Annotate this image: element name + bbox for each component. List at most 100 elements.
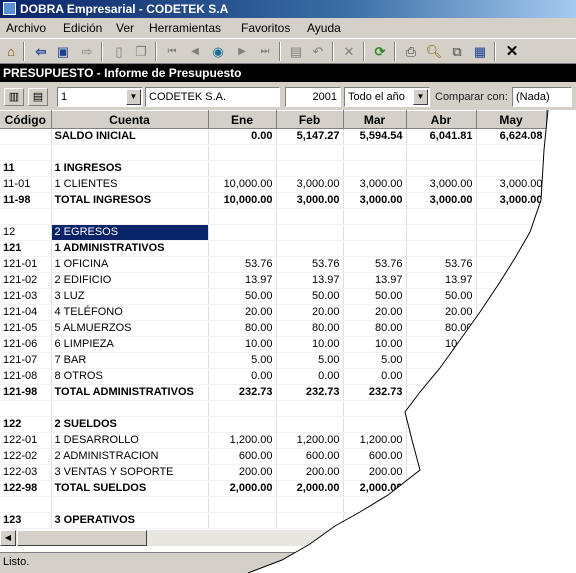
row-value[interactable] [476,208,547,225]
row-value[interactable]: 13.97 [476,272,547,289]
row-value[interactable]: 50.00 [476,288,547,305]
row-value[interactable] [476,160,547,177]
menu-archivo[interactable]: Archivo [6,18,46,38]
period-select[interactable]: Todo el año ▼ [344,87,430,107]
row-value[interactable]: 50.00 [406,288,477,305]
table-row[interactable]: 122-03 3 VENTAS Y SOPORTE 200.00 200.00 200.… [0,464,547,481]
view-list-icon[interactable]: ▤ [28,88,48,106]
row-value[interactable] [276,208,344,225]
row-code[interactable]: 11-01 [0,176,52,193]
row-value[interactable]: 53.76 [208,256,277,273]
print-icon[interactable]: ⎙ [402,43,420,60]
row-value[interactable]: 3,000.00 [343,176,407,193]
table-row[interactable]: SALDO INICIAL 0.00 5,147.27 5,594.54 6,041.8… [0,128,547,145]
row-code[interactable] [0,496,52,513]
save-icon[interactable]: ▤ [287,43,305,60]
preview-icon[interactable]: 🔍︎ [425,43,443,60]
row-value[interactable]: 53.76 [406,256,477,273]
row-value[interactable]: 80.00 [276,320,344,337]
row-value[interactable]: 232.73 [406,384,477,401]
column-header[interactable]: Ene [208,110,277,129]
next-icon[interactable]: ▶ [233,43,251,60]
row-account[interactable]: 4 TELÉFONO [51,304,209,321]
row-value[interactable]: 600.00 [343,448,407,465]
new-doc-icon[interactable]: ▯ [110,43,128,60]
row-value[interactable] [208,144,277,161]
row-code[interactable]: 121-01 [0,256,52,273]
close-icon[interactable]: ✕ [503,43,521,60]
row-value[interactable] [208,240,277,257]
row-value[interactable]: 0.00 [343,368,407,385]
delete-icon[interactable]: ✕ [340,43,358,60]
row-account[interactable] [51,144,209,161]
scroll-thumb[interactable] [17,530,147,546]
row-value[interactable]: 5.00 [208,352,277,369]
row-account[interactable]: 3 OPERATIVOS [51,512,209,529]
row-account[interactable]: 6 LIMPIEZA [51,336,209,353]
row-value[interactable]: 53.76 [276,256,344,273]
table-row[interactable]: 122-01 1 DESARROLLO 1,200.00 1,200.00 1,200.… [0,432,547,449]
row-code[interactable]: 122-01 [0,432,52,449]
table-row[interactable]: 121-04 4 TELÉFONO 20.00 20.00 20.00 20.00 20.0… [0,304,547,321]
company-field[interactable]: CODETEK S.A. [145,87,280,107]
row-account[interactable]: TOTAL ADMINISTRATIVOS [51,384,209,401]
row-code[interactable]: 121-08 [0,368,52,385]
row-value[interactable]: 13.97 [208,272,277,289]
prev-icon[interactable]: ◀ [186,43,204,60]
column-header[interactable]: Mar [343,110,407,129]
row-value[interactable] [406,400,477,417]
row-value[interactable] [276,160,344,177]
row-value[interactable]: 80.00 [343,320,407,337]
row-value[interactable] [406,208,477,225]
row-value[interactable] [276,400,344,417]
row-value[interactable]: 50.00 [208,288,277,305]
row-code[interactable] [0,144,52,161]
row-value[interactable]: 80.00 [476,320,547,337]
row-code[interactable]: 121 [0,240,52,257]
row-code[interactable]: 121-03 [0,288,52,305]
row-value[interactable]: 6,041.81 [406,128,477,145]
column-header[interactable]: Código [0,110,52,129]
row-value[interactable]: 10,000.00 [208,176,277,193]
row-value[interactable] [208,400,277,417]
row-value[interactable]: 1,200.00 [276,432,344,449]
column-header[interactable]: May [476,110,547,129]
row-account[interactable]: 1 ADMINISTRATIVOS [51,240,209,257]
row-code[interactable]: 12 [0,224,52,241]
row-account[interactable]: SALDO INICIAL [51,128,209,145]
row-value[interactable]: 3,000.00 [276,176,344,193]
row-value[interactable] [406,160,477,177]
row-value[interactable]: 80.00 [208,320,277,337]
row-value[interactable]: 5.00 [343,352,407,369]
row-value[interactable]: 5.00 [476,352,547,369]
chevron-down-icon[interactable]: ▼ [126,89,141,105]
row-value[interactable] [208,512,277,529]
row-value[interactable]: 0.00 [276,368,344,385]
back-icon[interactable]: ⇦ [32,43,50,60]
row-value[interactable]: 0.00 [406,368,477,385]
row-value[interactable]: 20.00 [276,304,344,321]
save-as-icon[interactable]: ▦ [471,43,489,60]
table-row[interactable]: 121-02 2 EDIFICIO 13.97 13.97 13.97 13.97 13.9… [0,272,547,289]
home-icon[interactable]: ⌂ [2,43,20,60]
table-row[interactable]: 121-08 8 OTROS 0.00 0.00 0.00 0.00 0.00 [0,368,547,385]
report-icon[interactable]: ▣ [54,43,72,60]
row-account[interactable]: TOTAL INGRESOS [51,192,209,209]
row-value[interactable] [276,144,344,161]
row-code[interactable]: 122 [0,416,52,433]
row-value[interactable] [476,512,547,529]
row-value[interactable]: 232.73 [343,384,407,401]
row-code[interactable]: 123 [0,512,52,529]
row-code[interactable]: 122-03 [0,464,52,481]
row-value[interactable] [476,400,547,417]
row-value[interactable]: 0.00 [208,368,277,385]
table-row[interactable] [0,400,547,417]
table-row[interactable] [0,496,547,513]
row-value[interactable] [476,224,547,241]
menu-ayuda[interactable]: Ayuda [307,18,341,38]
row-account[interactable]: 8 OTROS [51,368,209,385]
row-account[interactable]: 1 CLIENTES [51,176,209,193]
table-row[interactable] [0,144,547,161]
row-code[interactable] [0,400,52,417]
search-icon[interactable]: ◉ [209,43,227,60]
